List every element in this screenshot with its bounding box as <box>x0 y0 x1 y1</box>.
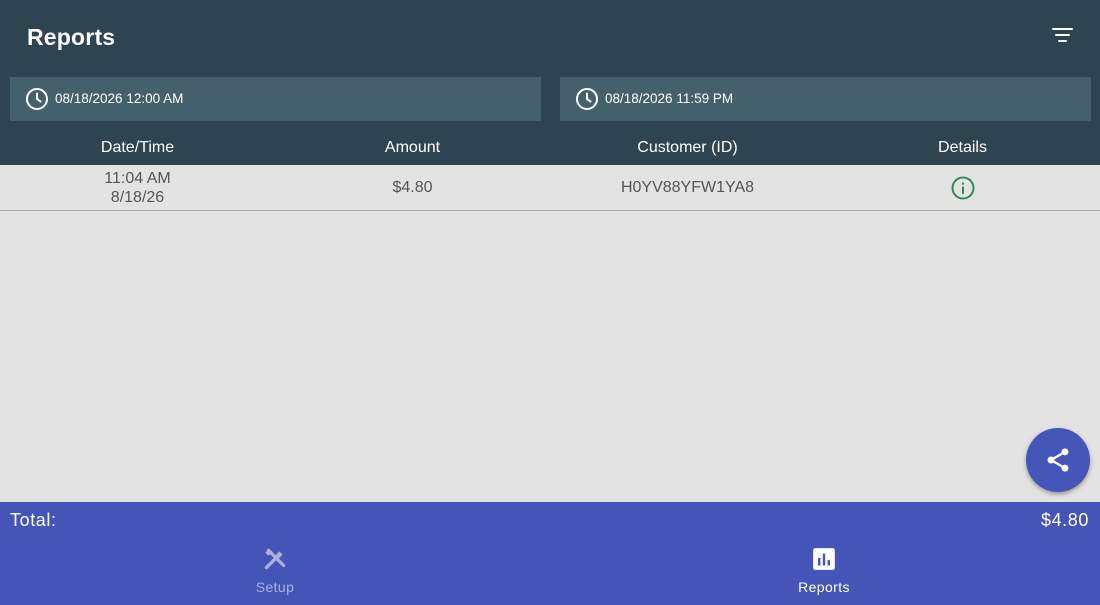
tools-icon <box>264 548 286 570</box>
nav-reports[interactable]: Reports <box>754 546 894 601</box>
nav-setup[interactable]: Setup <box>205 546 345 601</box>
end-date-field[interactable]: 08/18/2026 11:59 PM <box>560 77 1091 121</box>
nav-reports-label: Reports <box>798 579 850 595</box>
start-date-field[interactable]: 08/18/2026 12:00 AM <box>10 77 541 121</box>
start-date-value: 08/18/2026 12:00 AM <box>55 91 184 106</box>
share-icon <box>1047 448 1069 472</box>
total-value: $4.80 <box>1040 510 1089 530</box>
end-date-value: 08/18/2026 11:59 PM <box>605 91 734 106</box>
row-date: 8/18/26 <box>110 188 165 206</box>
page-title: Reports <box>27 24 116 50</box>
customer-cell: H0YV88YFW1YA8 <box>620 179 755 196</box>
clock-icon <box>576 88 598 110</box>
bar-chart-icon <box>813 548 835 570</box>
column-header-details: Details <box>938 139 987 156</box>
table-row[interactable]: 11:04 AM 8/18/26 $4.80 H0YV88YFW1YA8 <box>0 165 1100 211</box>
amount-cell: $4.80 <box>392 179 433 196</box>
details-cell <box>825 165 1100 210</box>
filter-button[interactable] <box>1044 20 1080 52</box>
total-label: Total: <box>10 510 57 530</box>
column-header-datetime[interactable]: Date/Time <box>0 139 275 157</box>
datetime-cell: 11:04 AM 8/18/26 <box>0 165 275 210</box>
nav-setup-label: Setup <box>255 579 295 595</box>
row-time: 11:04 AM <box>104 169 171 187</box>
column-header-customer[interactable]: Customer (ID) <box>550 139 825 157</box>
share-button[interactable] <box>1026 428 1090 492</box>
app-bar: Reports 08/18/2026 12:00 AM 08/18/2026 1… <box>0 0 1100 165</box>
bottom-panel: Total: $4.80 Setup Reports <box>0 502 1100 605</box>
filter-icon <box>1052 28 1073 30</box>
clock-icon <box>26 88 48 110</box>
info-icon[interactable] <box>950 175 976 201</box>
column-header-amount[interactable]: Amount <box>275 139 550 157</box>
